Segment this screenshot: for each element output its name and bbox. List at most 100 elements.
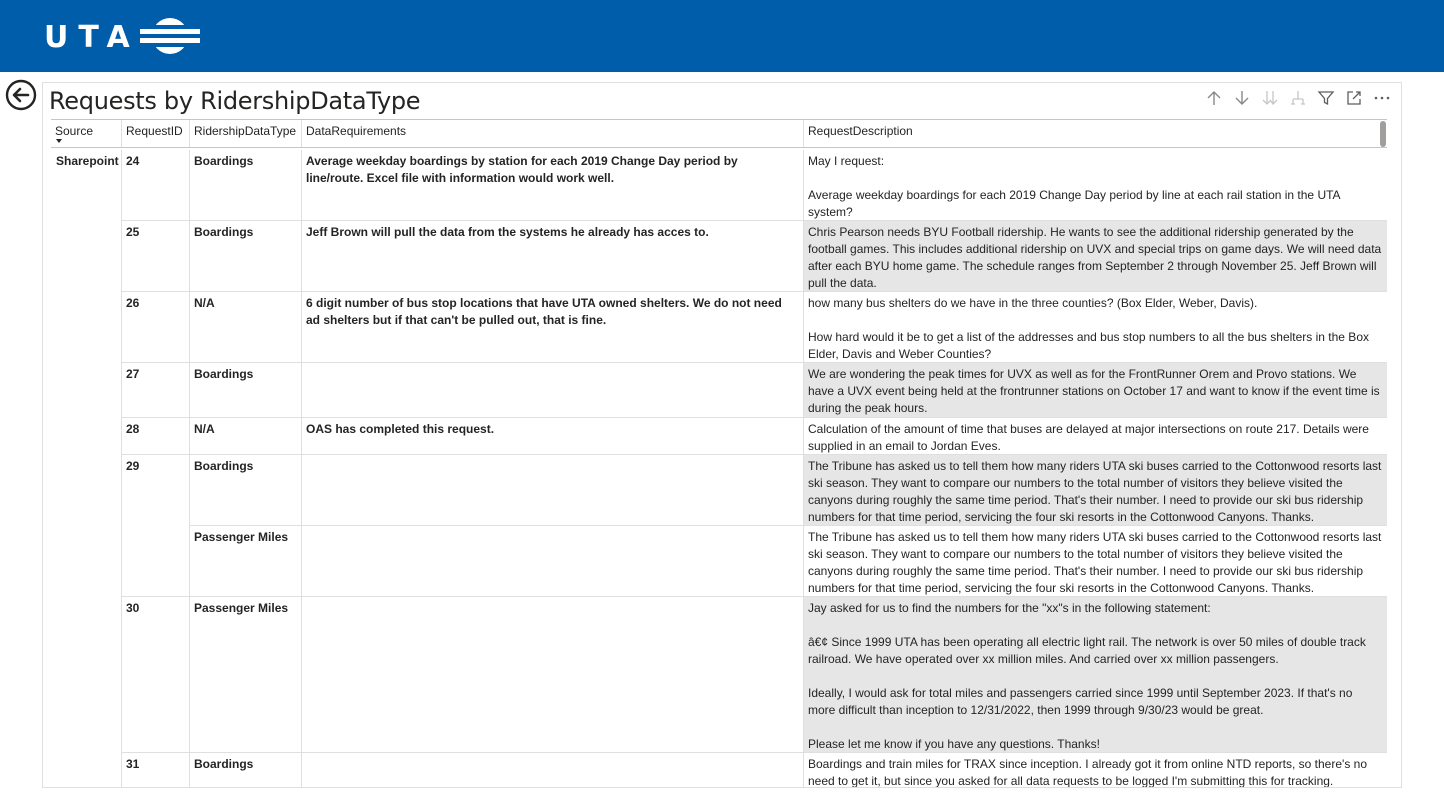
- request-description-cell: May I request: Average weekday boardings…: [803, 150, 1387, 221]
- column-divider: [189, 418, 190, 455]
- request-description-cell: The Tribune has asked us to tell them ho…: [803, 526, 1387, 597]
- back-arrow-icon[interactable]: [5, 79, 37, 111]
- data-requirements-cell: OAS has completed this request.: [306, 422, 495, 436]
- request-id-cell: 26: [126, 296, 140, 310]
- column-divider: [803, 363, 804, 418]
- data-requirements-cell: 6 digit number of bus stop locations tha…: [306, 296, 782, 327]
- table-row[interactable]: 30 Passenger Miles Jay asked for us to fin…: [51, 597, 1387, 753]
- column-divider: [301, 221, 302, 292]
- request-description-cell: We are wondering the peak times for UVX …: [803, 363, 1387, 418]
- table-row[interactable]: 31 Boardings Boardings and train miles for…: [51, 753, 1387, 787]
- table-header-row: Source RequestID RidershipDataType DataR…: [51, 119, 1387, 148]
- top-banner: UTA: [0, 0, 1444, 72]
- data-requirements-cell: Average weekday boardings by station for…: [306, 154, 738, 185]
- ridership-type-cell: N/A: [194, 296, 215, 310]
- ridership-type-cell: Passenger Miles: [194, 601, 289, 615]
- column-header-label: RequestDescription: [808, 124, 913, 138]
- column-divider: [803, 753, 804, 787]
- column-header-requestid[interactable]: RequestID: [121, 120, 189, 147]
- column-divider: [301, 292, 302, 363]
- request-id-cell: 24: [126, 154, 140, 168]
- visual-toolbar: [1203, 87, 1393, 109]
- column-divider: [189, 221, 190, 292]
- request-id-cell: 27: [126, 367, 140, 381]
- column-divider: [189, 150, 190, 221]
- request-description-cell: Calculation of the amount of time that b…: [803, 418, 1387, 455]
- request-id-cell: 28: [126, 422, 140, 436]
- request-description-cell: Chris Pearson needs BYU Football ridersh…: [803, 221, 1387, 292]
- column-divider: [803, 526, 804, 597]
- request-id-cell: 29: [126, 459, 140, 473]
- data-requirements-cell: [301, 455, 803, 526]
- ridership-type-cell: Boardings: [194, 367, 254, 381]
- request-id-cell: [121, 526, 189, 597]
- data-requirements-cell: Jeff Brown will pull the data from the s…: [306, 225, 709, 239]
- ridership-type-cell: Boardings: [194, 757, 254, 771]
- column-divider: [803, 221, 804, 292]
- uta-logo-mark-icon: [140, 18, 200, 54]
- ridership-type-cell: Boardings: [194, 459, 254, 473]
- column-divider: [803, 597, 804, 753]
- ridership-type-cell: N/A: [194, 422, 215, 436]
- table-row[interactable]: 29 Boardings The Tribune has asked us to t…: [51, 455, 1387, 526]
- column-header-label: RequestID: [126, 124, 183, 138]
- sort-up-icon[interactable]: [1203, 87, 1225, 109]
- column-header-ridershipdatatype[interactable]: RidershipDataType: [189, 120, 301, 147]
- table-row[interactable]: Passenger Miles The Tribune has asked us …: [51, 526, 1387, 597]
- column-divider: [803, 292, 804, 363]
- table-row[interactable]: 25 Boardings Jeff Brown will pull the data…: [51, 221, 1387, 292]
- column-divider: [189, 753, 190, 787]
- column-divider: [803, 150, 804, 221]
- column-header-datarequirements[interactable]: DataRequirements: [301, 120, 803, 147]
- sort-down-icon[interactable]: [1231, 87, 1253, 109]
- more-options-icon[interactable]: [1371, 87, 1393, 109]
- request-id-cell: 25: [126, 225, 140, 239]
- table-row[interactable]: 26 N/A 6 digit number of bus stop location…: [51, 292, 1387, 363]
- column-divider: [189, 363, 190, 418]
- column-divider: [189, 292, 190, 363]
- column-divider: [189, 526, 190, 597]
- data-requirements-cell: [301, 526, 803, 597]
- table-row[interactable]: 24 Boardings Average weekday boardings by …: [51, 150, 1387, 221]
- vertical-scrollbar[interactable]: [1379, 121, 1387, 781]
- column-header-requestdescription[interactable]: RequestDescription: [803, 120, 1387, 147]
- column-header-label: Source: [55, 124, 94, 138]
- visual-title: Requests by RidershipDataType: [49, 87, 421, 115]
- table-row[interactable]: 27 Boardings We are wondering the peak tim…: [51, 363, 1387, 418]
- column-divider: [301, 526, 302, 597]
- request-description-cell: how many bus shelters do we have in the …: [803, 292, 1387, 363]
- ridership-type-cell: Boardings: [194, 154, 254, 168]
- column-divider: [803, 455, 804, 526]
- column-divider: [301, 597, 302, 753]
- column-header-source[interactable]: Source: [51, 120, 121, 147]
- column-divider: [301, 418, 302, 455]
- focus-mode-icon[interactable]: [1343, 87, 1365, 109]
- request-id-cell: 31: [126, 757, 140, 771]
- column-divider: [803, 418, 804, 455]
- scrollbar-thumb[interactable]: [1380, 121, 1386, 147]
- column-header-label: RidershipDataType: [194, 124, 297, 138]
- column-header-label: DataRequirements: [306, 124, 407, 138]
- column-divider: [301, 150, 302, 221]
- expand-hierarchy-icon[interactable]: [1287, 87, 1309, 109]
- request-description-cell: Boardings and train miles for TRAX since…: [803, 753, 1387, 787]
- expand-all-icon[interactable]: [1259, 87, 1281, 109]
- ridership-type-cell: Passenger Miles: [194, 530, 289, 544]
- column-divider: [189, 597, 190, 753]
- column-divider: [301, 753, 302, 787]
- column-divider: [301, 455, 302, 526]
- data-requirements-cell: [301, 597, 803, 753]
- ridership-type-cell: Boardings: [194, 225, 254, 239]
- filter-icon[interactable]: [1315, 87, 1337, 109]
- data-table: Source RequestID RidershipDataType DataR…: [51, 119, 1387, 787]
- table-row[interactable]: 28 N/A OAS has completed this request. Calc…: [51, 418, 1387, 455]
- uta-logo-text: UTA: [44, 20, 140, 55]
- table-body: Sharepoint 24 Boardings Average weekday boa…: [51, 150, 1387, 787]
- request-description-cell: The Tribune has asked us to tell them ho…: [803, 455, 1387, 526]
- request-description-cell: Jay asked for us to find the numbers for…: [803, 597, 1387, 753]
- data-requirements-cell: [301, 363, 803, 418]
- data-requirements-cell: [301, 753, 803, 787]
- table-visual: Requests by RidershipDataType Source Req…: [42, 82, 1402, 788]
- column-divider: [189, 455, 190, 526]
- sort-descending-icon: [56, 139, 62, 143]
